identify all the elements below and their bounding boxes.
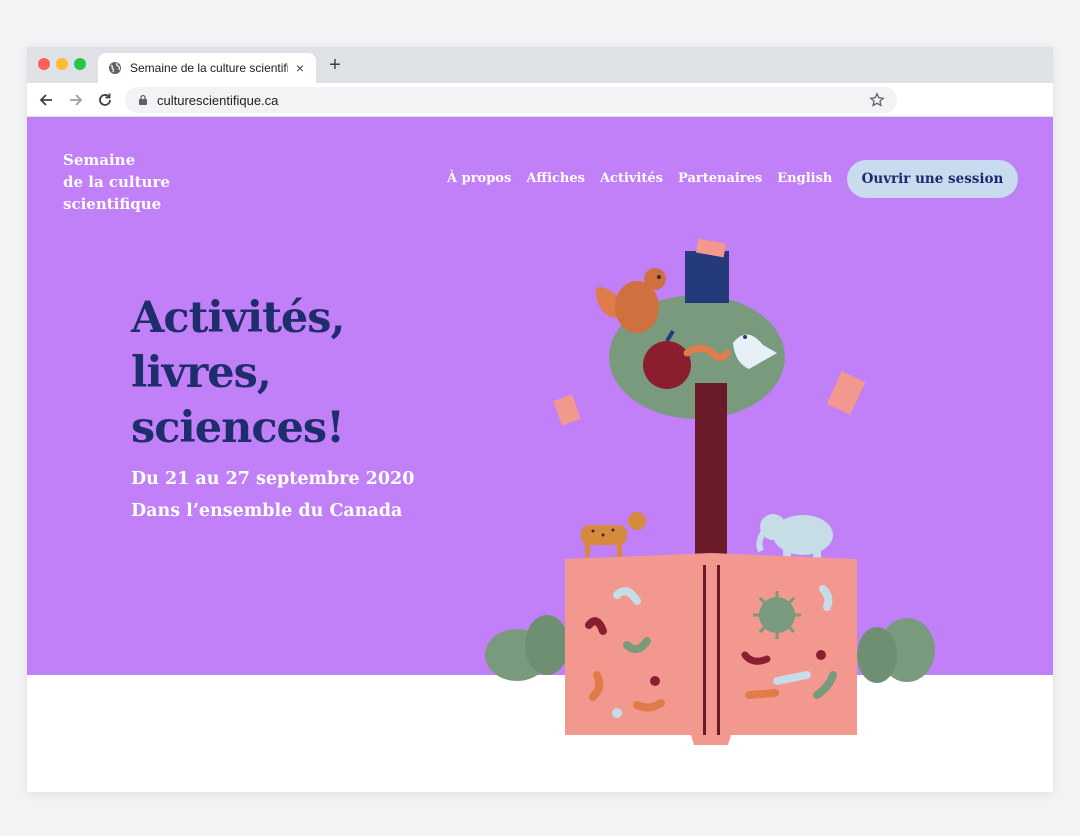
book-block-icon bbox=[685, 251, 729, 303]
nav-link-partenaires[interactable]: Partenaires bbox=[678, 171, 762, 186]
tab-strip: Semaine de la culture scientifique × + bbox=[27, 47, 1053, 83]
flying-page-left-icon bbox=[553, 394, 581, 426]
minimize-window-button[interactable] bbox=[56, 58, 68, 70]
event-location: Dans l’ensemble du Canada bbox=[131, 501, 403, 521]
web-page: Semaine de la culture scientifique À pro… bbox=[27, 117, 1053, 792]
browser-tab[interactable]: Semaine de la culture scientifique × bbox=[98, 53, 316, 83]
new-tab-button[interactable]: + bbox=[325, 55, 345, 75]
reload-icon[interactable] bbox=[95, 90, 115, 110]
headline-line: livres, bbox=[131, 348, 272, 398]
signin-button[interactable]: Ouvrir une session bbox=[847, 160, 1018, 198]
logo-line: de la culture bbox=[63, 173, 170, 191]
back-arrow-icon[interactable] bbox=[36, 90, 56, 110]
leopard-icon bbox=[581, 512, 646, 557]
event-dates: Du 21 au 27 septembre 2020 bbox=[131, 469, 415, 489]
headline-line: sciences! bbox=[131, 403, 345, 453]
browser-window: Semaine de la culture scientifique × + c… bbox=[27, 47, 1053, 792]
nav-link-activites[interactable]: Activités bbox=[600, 171, 663, 186]
logo-line: scientifique bbox=[63, 195, 162, 213]
main-nav: À propos Affiches Activités Partenaires … bbox=[447, 171, 832, 186]
star-icon[interactable] bbox=[869, 92, 885, 108]
tab-close-icon[interactable]: × bbox=[294, 60, 306, 76]
nav-link-affiches[interactable]: Affiches bbox=[526, 171, 585, 186]
close-window-button[interactable] bbox=[38, 58, 50, 70]
maximize-window-button[interactable] bbox=[74, 58, 86, 70]
bush-right-icon bbox=[857, 618, 935, 683]
bush-left-icon bbox=[485, 615, 569, 681]
open-book-icon bbox=[565, 553, 857, 745]
address-bar[interactable]: culturescientifique.ca bbox=[125, 87, 897, 113]
elephant-icon bbox=[756, 514, 833, 561]
globe-icon bbox=[108, 61, 122, 75]
nav-link-english[interactable]: English bbox=[777, 171, 832, 186]
headline-line: Activités, bbox=[131, 293, 345, 343]
tab-title: Semaine de la culture scientifique bbox=[130, 61, 288, 75]
site-logo[interactable]: Semaine de la culture scientifique bbox=[63, 149, 170, 215]
forward-arrow-icon[interactable] bbox=[66, 90, 86, 110]
hero-headline: Activités, livres, sciences! bbox=[131, 291, 345, 456]
browser-toolbar: culturescientifique.ca bbox=[27, 83, 1053, 117]
url-text[interactable]: culturescientifique.ca bbox=[157, 93, 869, 108]
book-tree-illustration bbox=[485, 238, 935, 745]
hero-subtitle: Du 21 au 27 septembre 2020 Dans l’ensemb… bbox=[131, 463, 414, 527]
tree-trunk-icon bbox=[695, 383, 727, 559]
flying-page-right-icon bbox=[826, 371, 866, 415]
logo-line: Semaine bbox=[63, 151, 136, 169]
nav-link-a-propos[interactable]: À propos bbox=[447, 171, 511, 186]
lock-icon bbox=[137, 94, 149, 106]
